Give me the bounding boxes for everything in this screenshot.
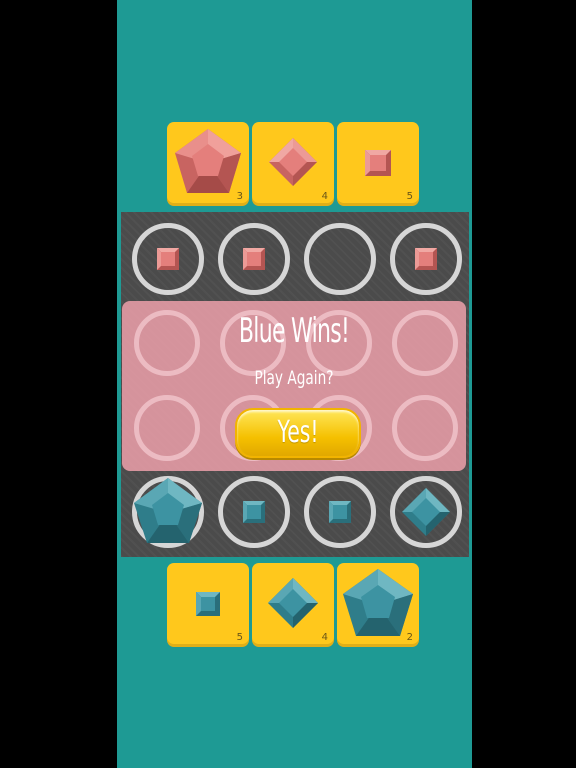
dialog-title: Blue Wins! [238, 311, 350, 351]
piece-count: 3 [236, 191, 243, 202]
blue-diamond-slot[interactable]: 4 [252, 563, 334, 647]
red-square-piece-icon [415, 248, 437, 270]
piece-count: 5 [406, 191, 413, 202]
board-cell[interactable] [304, 223, 376, 295]
blue-square-piece-icon [329, 501, 351, 523]
piece-count: 4 [321, 632, 328, 643]
board-cell[interactable] [304, 476, 376, 548]
red-pentagon-slot[interactable]: 3 [167, 122, 249, 206]
blue-square-slot[interactable]: 5 [167, 563, 249, 647]
win-dialog: Blue Wins! Play Again? Yes! [122, 301, 466, 471]
piece-count: 2 [406, 632, 413, 643]
board-cell-faded [134, 395, 200, 461]
red-piece-tray: 3 4 5 [167, 122, 419, 206]
board-cell[interactable] [390, 476, 462, 548]
piece-count: 5 [236, 632, 243, 643]
game-screen: 3 4 5 Blue Wins! Play Again? Yes! 5 4 2 [117, 0, 472, 768]
piece-count: 4 [321, 191, 328, 202]
yes-button-label: Yes! [277, 415, 319, 450]
red-square-piece-icon [157, 248, 179, 270]
board-cell[interactable] [218, 476, 290, 548]
red-square-piece-icon [243, 248, 265, 270]
yes-button[interactable]: Yes! [235, 408, 361, 458]
board-cell[interactable] [218, 223, 290, 295]
blue-diamond-piece-icon [402, 488, 450, 536]
red-square-slot[interactable]: 5 [337, 122, 419, 206]
board-cell[interactable] [390, 223, 462, 295]
dialog-subtitle: Play Again? [254, 367, 334, 389]
board-cell[interactable] [132, 476, 204, 548]
blue-pentagon-slot[interactable]: 2 [337, 563, 419, 647]
blue-square-piece-icon [243, 501, 265, 523]
red-diamond-slot[interactable]: 4 [252, 122, 334, 206]
board-cell[interactable] [132, 223, 204, 295]
blue-piece-tray: 5 4 2 [167, 563, 419, 647]
board-cell-faded [392, 395, 458, 461]
blue-pentagon-piece-icon [134, 478, 202, 543]
